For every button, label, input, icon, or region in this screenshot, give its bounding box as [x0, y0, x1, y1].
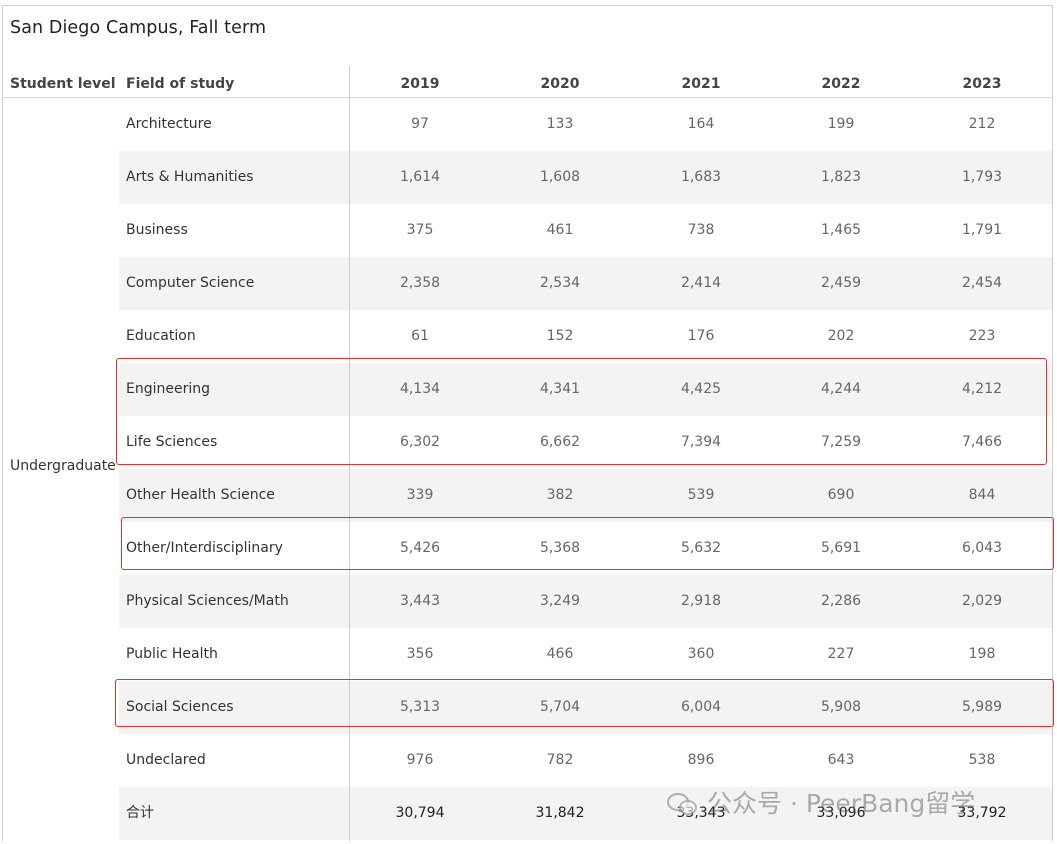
- value-cell: 360: [687, 646, 715, 662]
- value-cell: 3,443: [399, 593, 441, 609]
- table-row: Business 375 461 738 1,465 1,791: [119, 204, 1052, 257]
- value-cell: 356: [406, 646, 434, 662]
- value-cell: 1,683: [680, 169, 722, 185]
- header-year-2020[interactable]: 2020: [510, 67, 610, 101]
- value-cell: 1,823: [820, 169, 862, 185]
- value-cell: 844: [968, 487, 996, 503]
- field-of-study-cell: Other Health Science: [126, 487, 275, 503]
- value-cell: 738: [687, 222, 715, 238]
- value-cell: 690: [827, 487, 855, 503]
- header-student-level[interactable]: Student level: [10, 67, 116, 101]
- value-cell: 212: [968, 116, 996, 132]
- total-label: 合计: [126, 805, 154, 821]
- value-cell: 539: [687, 487, 715, 503]
- field-of-study-cell: Education: [126, 328, 196, 344]
- field-of-study-cell: Computer Science: [126, 275, 255, 291]
- field-of-study-cell: Undeclared: [126, 752, 206, 768]
- table-row: Physical Sciences/Math 3,443 3,249 2,918 2,2…: [119, 575, 1052, 628]
- value-cell: 198: [968, 646, 996, 662]
- watermark-text: 公众号 · PeerBang留学: [707, 789, 976, 818]
- value-cell: 227: [827, 646, 855, 662]
- total-value-cell: 30,794: [395, 805, 445, 821]
- wechat-icon: [665, 788, 701, 816]
- field-of-study-cell: Business: [126, 222, 188, 238]
- header-year-2023[interactable]: 2023: [932, 67, 1032, 101]
- value-cell: 2,534: [539, 275, 581, 291]
- header-field-of-study[interactable]: Field of study: [126, 67, 234, 101]
- table-row: Education 61 152 176 202 223: [119, 310, 1052, 363]
- value-cell: 466: [546, 646, 574, 662]
- field-of-study-cell: Architecture: [126, 116, 212, 132]
- total-value-cell: 31,842: [535, 805, 585, 821]
- student-level-label: Undergraduate: [10, 458, 116, 474]
- value-cell: 538: [968, 752, 996, 768]
- value-cell: 2,454: [961, 275, 1003, 291]
- field-of-study-cell: Public Health: [126, 646, 218, 662]
- value-cell: 976: [406, 752, 434, 768]
- watermark: 公众号 · PeerBang留学: [665, 784, 975, 820]
- highlight-box-engineering-life-sciences: [116, 358, 1047, 465]
- value-cell: 1,791: [961, 222, 1003, 238]
- value-cell: 1,465: [820, 222, 862, 238]
- value-cell: 152: [546, 328, 574, 344]
- value-cell: 461: [546, 222, 574, 238]
- value-cell: 382: [546, 487, 574, 503]
- value-cell: 2,459: [820, 275, 862, 291]
- table-row: Public Health 356 466 360 227 198: [119, 628, 1052, 681]
- value-cell: 1,614: [399, 169, 441, 185]
- value-cell: 202: [827, 328, 855, 344]
- table-row: Architecture 97 133 164 199 212: [119, 98, 1052, 151]
- value-cell: 782: [546, 752, 574, 768]
- value-cell: 61: [411, 328, 429, 344]
- value-cell: 199: [827, 116, 855, 132]
- value-cell: 2,414: [680, 275, 722, 291]
- table-row: Arts & Humanities 1,614 1,608 1,683 1,823 1,7…: [119, 151, 1052, 204]
- field-of-study-cell: Arts & Humanities: [126, 169, 254, 185]
- value-cell: 2,918: [680, 593, 722, 609]
- highlight-box-social-sciences: [115, 679, 1054, 727]
- value-cell: 375: [406, 222, 434, 238]
- value-cell: 1,793: [961, 169, 1003, 185]
- value-cell: 223: [968, 328, 996, 344]
- field-of-study-cell: Physical Sciences/Math: [126, 593, 289, 609]
- value-cell: 97: [411, 116, 429, 132]
- header-year-2021[interactable]: 2021: [651, 67, 751, 101]
- header-year-2019[interactable]: 2019: [370, 67, 470, 101]
- value-cell: 3,249: [539, 593, 581, 609]
- page-title: San Diego Campus, Fall term: [10, 18, 267, 38]
- table-row: Undeclared 976 782 896 643 538: [119, 734, 1052, 787]
- highlight-box-other-interdisciplinary: [121, 517, 1054, 570]
- value-cell: 164: [687, 116, 715, 132]
- header-year-2022[interactable]: 2022: [791, 67, 891, 101]
- value-cell: 643: [827, 752, 855, 768]
- value-cell: 339: [406, 487, 434, 503]
- table-row: Computer Science 2,358 2,534 2,414 2,459 2,45…: [119, 257, 1052, 310]
- value-cell: 133: [546, 116, 574, 132]
- value-cell: 2,358: [399, 275, 441, 291]
- value-cell: 2,029: [961, 593, 1003, 609]
- value-cell: 176: [687, 328, 715, 344]
- table-row: Other Health Science 339 382 539 690 844: [119, 469, 1052, 522]
- value-cell: 1,608: [539, 169, 581, 185]
- value-cell: 896: [687, 752, 715, 768]
- value-cell: 2,286: [820, 593, 862, 609]
